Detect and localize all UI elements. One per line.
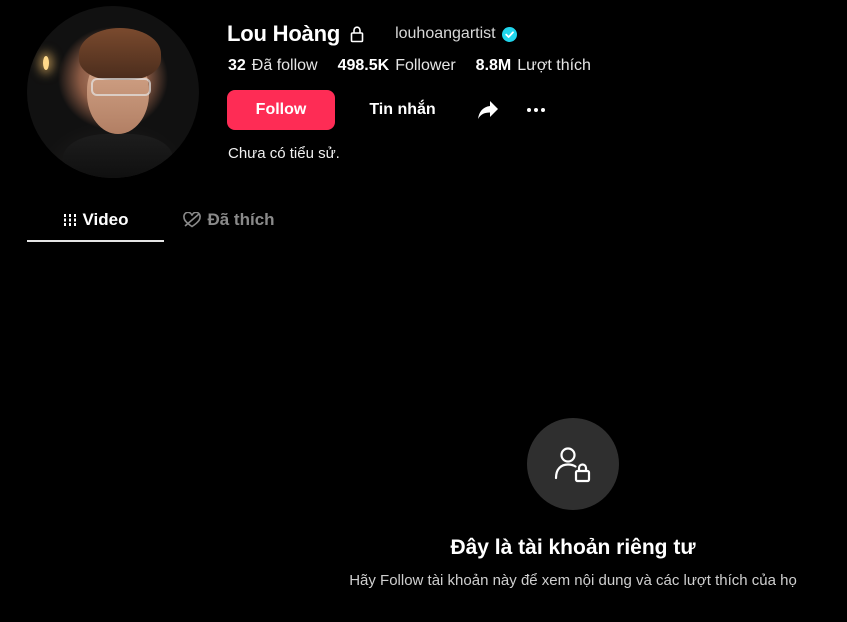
grid-lines-icon bbox=[62, 214, 77, 226]
heart-hidden-icon bbox=[183, 212, 202, 228]
tab-video-label: Video bbox=[82, 210, 129, 229]
avatar-glasses bbox=[91, 78, 151, 96]
more-options-button[interactable] bbox=[516, 90, 556, 130]
more-dots-icon bbox=[527, 108, 545, 112]
lock-icon bbox=[349, 25, 365, 43]
following-count: 32 bbox=[228, 57, 246, 74]
profile-bio: Chưa có tiểu sử. bbox=[228, 145, 340, 162]
username: louhoangartist bbox=[395, 25, 496, 42]
tab-liked-label: Đã thích bbox=[207, 210, 275, 229]
tab-liked[interactable]: Đã thích bbox=[164, 200, 294, 240]
share-arrow-icon bbox=[478, 101, 498, 119]
profile-name-row: Lou Hoàng louhoangartist bbox=[227, 20, 517, 48]
likes-label: Lượt thích bbox=[517, 57, 591, 74]
private-account-title: Đây là tài khoản riêng tư bbox=[450, 536, 696, 559]
message-button[interactable]: Tin nhắn bbox=[345, 90, 460, 130]
followers-label: Follower bbox=[395, 57, 456, 74]
profile-avatar[interactable] bbox=[27, 6, 199, 178]
user-lock-icon bbox=[554, 447, 591, 483]
following-label: Đã follow bbox=[251, 57, 318, 74]
tab-video[interactable]: Video bbox=[27, 200, 164, 242]
profile-actions: Follow Tin nhắn bbox=[227, 90, 556, 130]
stat-following[interactable]: 32 Đã follow bbox=[228, 57, 318, 75]
profile-tabs: Video Đã thích bbox=[27, 200, 294, 242]
profile-stats: 32 Đã follow 498.5K Follower 8.8M Lượt t… bbox=[228, 55, 611, 77]
stat-likes: 8.8M Lượt thích bbox=[476, 57, 591, 75]
private-account-description: Hãy Follow tài khoản này để xem nội dung… bbox=[349, 572, 797, 589]
avatar-candle-light bbox=[43, 56, 49, 70]
follow-button[interactable]: Follow bbox=[227, 90, 335, 130]
private-account-badge bbox=[527, 418, 619, 510]
share-button[interactable] bbox=[468, 90, 508, 130]
avatar-suit bbox=[63, 134, 173, 178]
avatar-hair bbox=[79, 28, 161, 80]
display-name: Lou Hoàng bbox=[227, 21, 341, 46]
likes-count: 8.8M bbox=[475, 57, 512, 74]
followers-count: 498.5K bbox=[337, 57, 390, 74]
verified-badge-icon bbox=[501, 26, 517, 42]
stat-followers[interactable]: 498.5K Follower bbox=[338, 57, 456, 75]
